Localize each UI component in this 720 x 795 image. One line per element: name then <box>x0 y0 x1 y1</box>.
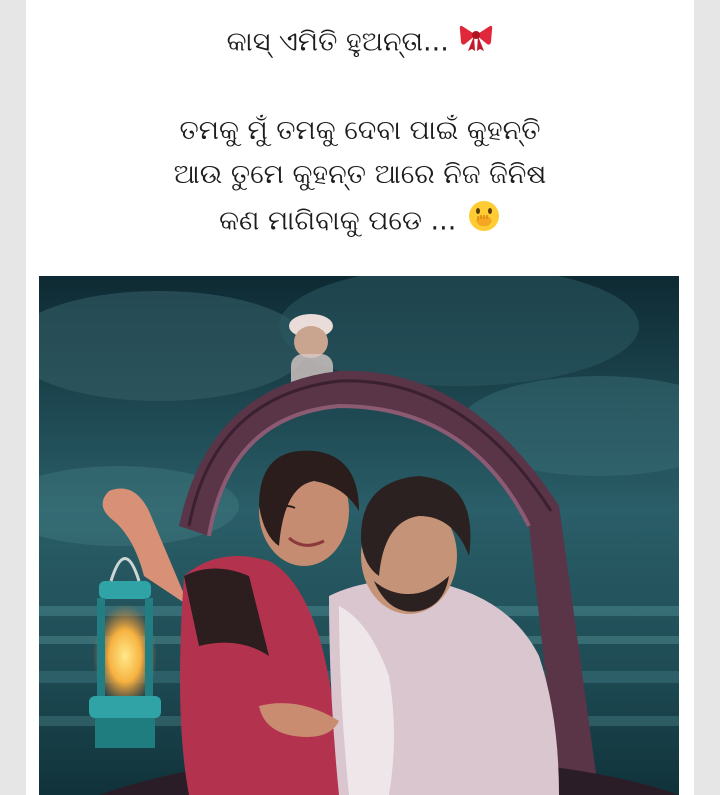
caption-line-3-wrap: କଣ ମାଗିବାକୁ ପଡେ ... <box>26 199 694 245</box>
ribbon-icon <box>459 22 493 64</box>
caption-line-1: ତମକୁ ମୁଁ ତମକୁ ଦେବା ପାଇଁ କୁହନ୍ତି <box>179 115 541 146</box>
caption-title: କାସ୍ ଏମିତି ହୁଅନ୍ତା... <box>226 26 449 58</box>
screen: କାସ୍ ଏମିତି ହୁଅନ୍ତା... ତମକୁ ମୁଁ ତମକୁ ଦେବା… <box>0 0 720 795</box>
post-image[interactable] <box>39 276 679 795</box>
caption-line-3: କଣ ମାଗିବାକୁ ପଡେ ... <box>219 205 457 237</box>
post-card: କାସ୍ ଏମିତି ହୁଅନ୍ତା... ତମକୁ ମୁଁ ତମକୁ ଦେବା… <box>26 0 694 795</box>
couple-boat-illustration <box>39 276 679 795</box>
caption-line-2: ଆଉ ତୁମେ କୁହନ୍ତ ଆରେ ନିଜ ଜିନିଷ <box>173 159 547 190</box>
face-with-hand-over-mouth-icon <box>467 199 501 245</box>
caption-title-line: କାସ୍ ଏମିତି ହୁଅନ୍ତା... <box>26 22 694 64</box>
